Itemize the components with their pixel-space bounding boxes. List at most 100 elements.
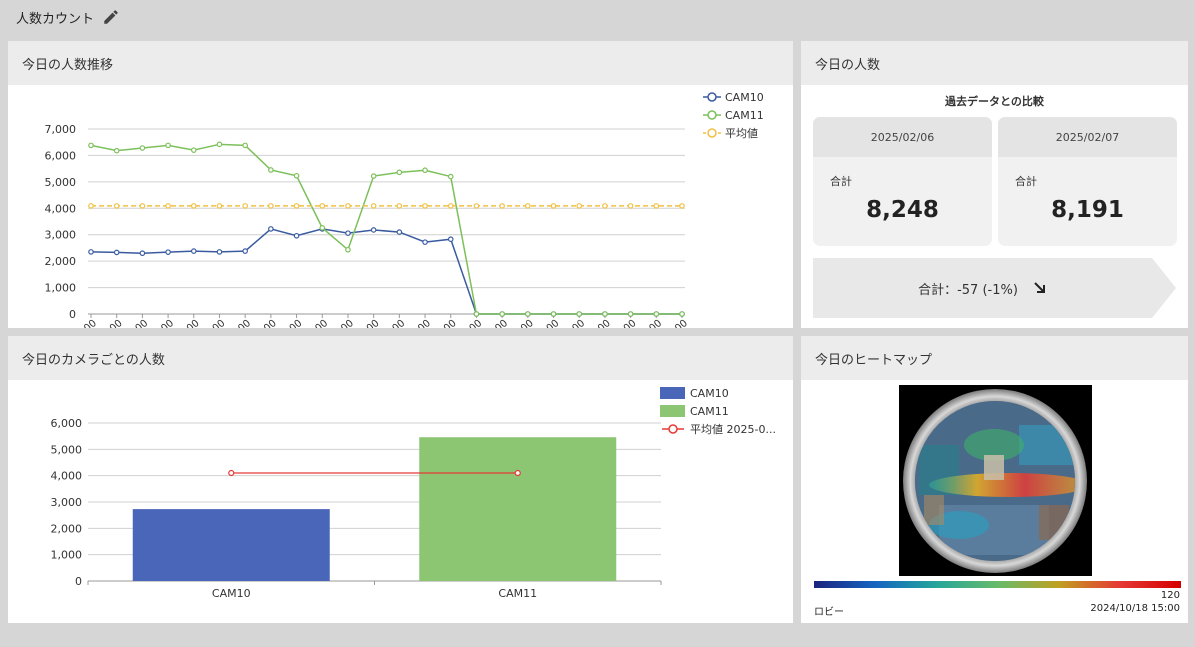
x-tick-label: 10:00 xyxy=(327,318,356,328)
data-point xyxy=(602,311,608,317)
data-point xyxy=(139,203,146,209)
data-point xyxy=(679,203,685,209)
average-point xyxy=(228,469,235,477)
data-point xyxy=(370,173,377,179)
compare-card-date: 2025/02/07 xyxy=(998,117,1177,157)
data-point xyxy=(422,239,428,245)
average-point xyxy=(514,469,521,477)
data-point xyxy=(113,249,120,256)
data-point xyxy=(165,249,171,255)
heatmap-panel: 今日のヒートマップ 120 ロビー 2024/10/18 15:00 xyxy=(801,336,1188,623)
data-point xyxy=(113,203,120,209)
y-tick-label: 7,000 xyxy=(45,123,77,136)
data-point xyxy=(653,203,660,209)
x-tick-label: 12:00 xyxy=(378,318,407,328)
data-point xyxy=(370,203,377,209)
y-tick-label: 4,000 xyxy=(51,470,83,483)
data-point xyxy=(216,141,223,148)
data-point xyxy=(293,203,300,209)
heatmap-location: ロビー xyxy=(814,607,844,618)
data-point xyxy=(139,145,146,151)
x-tick-label: 16:00 xyxy=(481,318,510,328)
data-point xyxy=(679,311,685,317)
data-point xyxy=(576,311,583,317)
data-point xyxy=(319,203,326,209)
pencil-edit-icon[interactable] xyxy=(102,8,120,26)
x-tick-label: 02:00 xyxy=(121,318,150,328)
data-point xyxy=(525,311,531,317)
y-tick-label: 5,000 xyxy=(51,443,83,456)
y-tick-label: 5,000 xyxy=(45,176,77,189)
x-tick-label: 21:00 xyxy=(609,318,638,328)
x-tick-label: 04:00 xyxy=(173,318,202,328)
compare-card-value: 8,248 xyxy=(866,197,939,223)
data-point xyxy=(525,203,531,209)
y-tick-label: 3,000 xyxy=(45,229,77,242)
data-point xyxy=(242,203,248,209)
y-tick-label: 6,000 xyxy=(51,417,83,430)
data-point xyxy=(319,225,326,231)
data-point xyxy=(550,203,557,209)
y-tick-label: 0 xyxy=(69,308,76,321)
x-tick-label: 15:00 xyxy=(455,318,484,328)
x-tick-label: 20:00 xyxy=(584,318,613,328)
data-point xyxy=(396,203,403,209)
x-tick-label: CAM10 xyxy=(212,587,251,600)
legend-label: CAM11 xyxy=(725,109,764,122)
bar-cam10 xyxy=(132,509,330,581)
data-point xyxy=(627,311,634,317)
trend-panel-title: 今日の人数推移 xyxy=(8,41,793,85)
data-point xyxy=(602,203,608,209)
data-point xyxy=(370,227,377,233)
series-line xyxy=(90,143,682,315)
data-point xyxy=(165,142,171,149)
data-point xyxy=(345,203,351,209)
trend-line-chart: 01,0002,0003,0004,0005,0006,0007,00000:0… xyxy=(45,91,764,328)
y-tick-label: 4,000 xyxy=(45,202,77,215)
legend-label: CAM10 xyxy=(725,91,764,104)
camera-count-panel: 今日のカメラごとの人数 0 1,000 2,000 3,000 4,000 5,000 6,… xyxy=(8,336,793,623)
data-point xyxy=(396,229,403,235)
y-tick-label: 0 xyxy=(75,575,82,588)
data-point xyxy=(268,203,274,209)
x-tick-label: 01:00 xyxy=(95,318,124,328)
data-point xyxy=(113,147,120,154)
data-point xyxy=(447,236,454,243)
data-point xyxy=(293,172,300,179)
data-point xyxy=(88,203,94,209)
legend-marker xyxy=(707,110,717,120)
data-point xyxy=(268,226,274,232)
data-point xyxy=(242,142,248,149)
data-point xyxy=(268,167,274,173)
data-point xyxy=(242,248,248,254)
camera-bar-chart: 0 1,000 2,000 3,000 4,000 5,000 6,000 CAM10 CAM1… xyxy=(51,387,776,600)
y-tick-label: 6,000 xyxy=(45,149,77,162)
data-point xyxy=(499,311,505,317)
x-tick-label: 06:00 xyxy=(224,318,253,328)
data-point xyxy=(345,246,351,253)
dashboard-title: 人数カウント xyxy=(16,11,95,27)
data-point xyxy=(165,203,171,209)
compare-title: 過去データとの比較 xyxy=(945,95,1044,108)
x-tick-label: 08:00 xyxy=(275,318,304,328)
trend-panel: 今日の人数推移 0 1,000 2,000 3,000 4,000 5,000 6,000 7… xyxy=(8,41,793,328)
today-count-panel: 今日の人数 過去データとの比較 2025/02/06 合計 8,248 2025… xyxy=(801,41,1188,328)
x-tick-label: 19:00 xyxy=(558,318,587,328)
data-point xyxy=(473,203,480,209)
compare-card-2: 2025/02/07 合計 8,191 xyxy=(998,117,1177,246)
x-tick-label: 18:00 xyxy=(532,318,561,328)
difference-banner: 合計：-57 (-1%) xyxy=(813,258,1176,318)
data-point xyxy=(88,249,94,255)
data-point xyxy=(190,203,197,209)
legend-label: CAM10 xyxy=(690,387,729,400)
legend-label: 平均値 2025-0... xyxy=(690,423,776,436)
fisheye-heatmap-image[interactable] xyxy=(899,385,1092,576)
compare-card-value: 8,191 xyxy=(1051,197,1124,223)
data-point xyxy=(216,203,223,209)
data-point xyxy=(190,248,197,254)
x-tick-label: 09:00 xyxy=(301,318,330,328)
series-line xyxy=(90,228,682,315)
data-point xyxy=(422,167,428,174)
data-point xyxy=(473,311,480,317)
data-point xyxy=(550,311,557,317)
